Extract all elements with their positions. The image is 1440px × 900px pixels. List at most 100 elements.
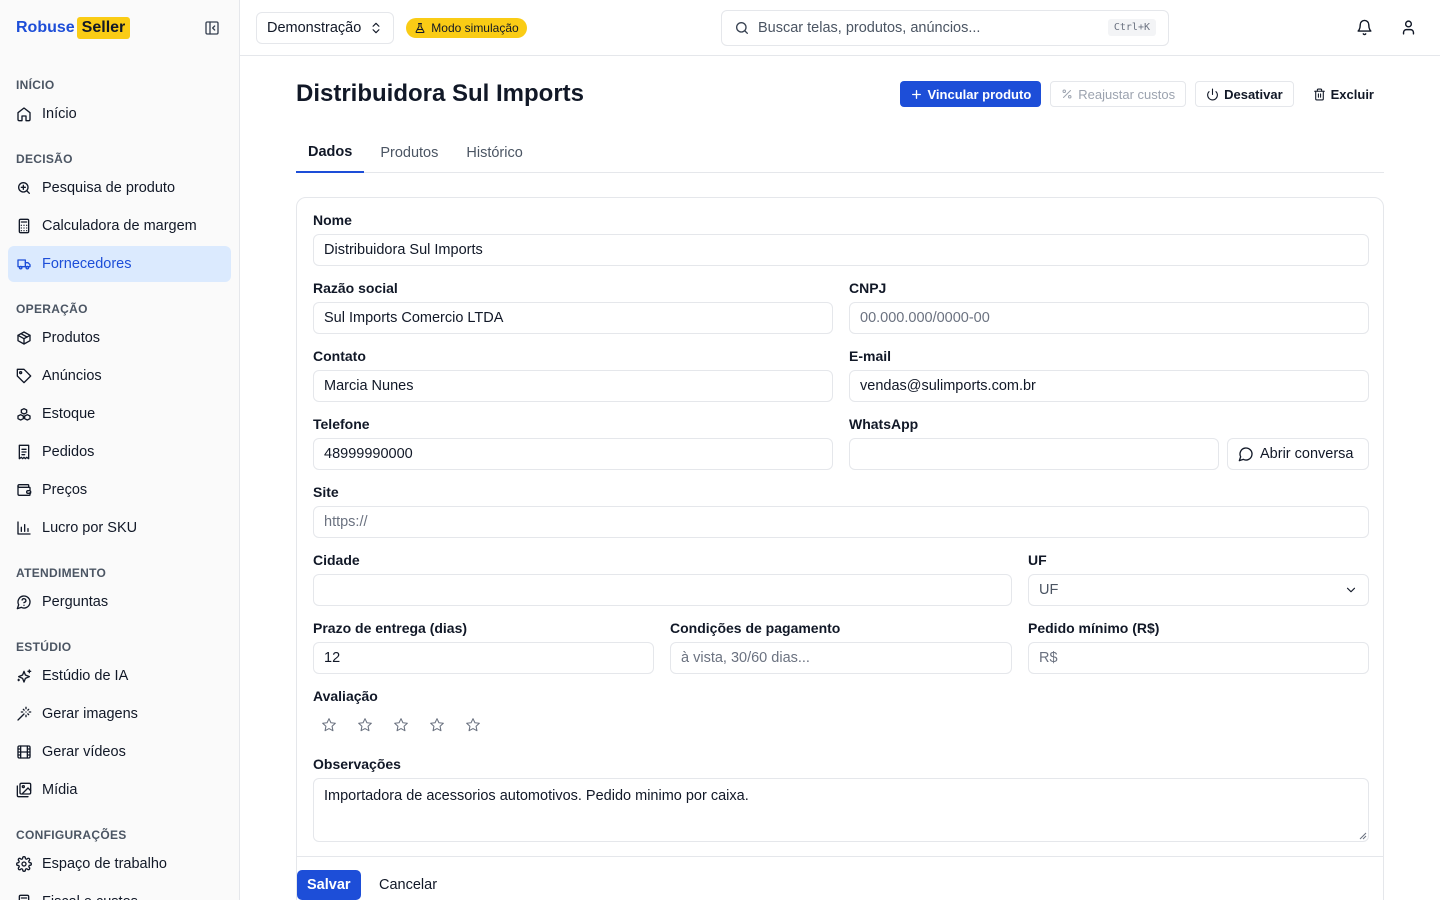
condicoes-input[interactable] (670, 642, 1012, 674)
sidebar-item-label: Fornecedores (42, 256, 132, 272)
truck-icon (16, 256, 32, 272)
global-search[interactable]: Buscar telas, produtos, anúncios... Ctrl… (721, 9, 1169, 46)
telefone-input[interactable] (313, 438, 833, 470)
workspace-name: Demonstração (267, 19, 362, 36)
sidebar-item-label: Espaço de trabalho (42, 856, 167, 872)
uf-label: UF (1028, 552, 1047, 568)
open-chat-label: Abrir conversa (1260, 446, 1354, 462)
tabs: Dados Produtos Histórico (296, 132, 1384, 173)
sidebar-section-inicio: INÍCIO (16, 78, 55, 92)
pedido-minimo-label: Pedido mínimo (R$) (1028, 620, 1160, 636)
sidebar-item-estoque[interactable]: Estoque (8, 396, 231, 432)
sidebar-item-perguntas[interactable]: Perguntas (8, 584, 231, 620)
sidebar-toggle-icon[interactable] (201, 17, 223, 39)
sidebar-item-gerar-videos[interactable]: Gerar vídeos (8, 734, 231, 770)
sidebar-item-label: Gerar vídeos (42, 744, 126, 760)
receipt-icon (16, 444, 32, 460)
sidebar-item-pedidos[interactable]: Pedidos (8, 434, 231, 470)
tab-historico[interactable]: Histórico (454, 132, 534, 173)
user-icon[interactable] (1398, 18, 1418, 38)
save-button[interactable]: Salvar (297, 870, 361, 900)
simulation-mode-badge: Modo simulação (406, 17, 527, 38)
nome-input[interactable] (313, 234, 1369, 266)
deactivate-label: Desativar (1224, 86, 1283, 102)
avaliacao-label: Avaliação (313, 688, 378, 704)
sidebar-section-decisao: DECISÃO (16, 152, 73, 166)
workspace-selector[interactable]: Demonstração (256, 11, 395, 44)
sidebar-item-lucro-por-sku[interactable]: Lucro por SKU (8, 510, 231, 546)
sidebar-item-anuncios[interactable]: Anúncios (8, 358, 231, 394)
adjust-costs-button[interactable]: Reajustar custos (1050, 81, 1187, 107)
sidebar-item-inicio[interactable]: Início (8, 96, 231, 132)
plus-icon (911, 89, 921, 99)
site-input[interactable] (313, 506, 1369, 538)
logo-text-badge: Seller (76, 17, 131, 39)
images-icon (16, 782, 32, 798)
package-icon (16, 330, 32, 346)
pedido-minimo-input[interactable] (1028, 642, 1369, 674)
sidebar-item-produtos[interactable]: Produtos (8, 320, 231, 356)
cidade-label: Cidade (313, 552, 360, 568)
open-chat-button[interactable]: Abrir conversa (1227, 438, 1369, 470)
razao-social-input[interactable] (313, 302, 833, 334)
sidebar-item-label: Calculadora de margem (42, 218, 197, 234)
resize-handle-icon[interactable] (1359, 832, 1367, 840)
sidebar-item-pesquisa-de-produto[interactable]: Pesquisa de produto (8, 170, 231, 206)
sidebar-item-estudio-de-ia[interactable]: Estúdio de IA (8, 658, 231, 694)
whatsapp-label: WhatsApp (849, 416, 919, 432)
search-placeholder: Buscar telas, produtos, anúncios... (758, 19, 981, 36)
sidebar-item-precos[interactable]: Preços (8, 472, 231, 508)
cancel-button[interactable]: Cancelar (379, 870, 437, 900)
search-zoom-icon (16, 180, 32, 196)
bell-icon[interactable] (1354, 18, 1374, 38)
sidebar-item-espaco-de-trabalho[interactable]: Espaço de trabalho (8, 846, 231, 882)
sidebar-item-calculadora-de-margem[interactable]: Calculadora de margem (8, 208, 231, 244)
observacoes-label: Observações (313, 756, 401, 772)
sidebar-item-label: Pedidos (42, 444, 95, 460)
sidebar-item-label: Lucro por SKU (42, 520, 138, 536)
simulation-mode-label: Modo simulação (431, 20, 519, 35)
sidebar-section-atendimento: ATENDIMENTO (16, 566, 107, 580)
page-actions: Vincular produto Reajustar custos Desati… (899, 81, 1385, 107)
sidebar-item-fiscal-e-custos[interactable]: Fiscal e custos (8, 884, 231, 900)
page-title: Distribuidora Sul Imports (296, 80, 585, 107)
logo[interactable]: Robuse Seller (16, 17, 131, 39)
form-footer-divider (297, 856, 1383, 857)
observacoes-textarea[interactable]: Importadora de acessorios automotivos. P… (313, 778, 1369, 842)
sidebar-nav: INÍCIO Início DECISÃO Pesquisa de produto Ca… (0, 72, 239, 900)
link-product-button[interactable]: Vincular produto (899, 81, 1042, 107)
uf-select[interactable]: UF (1028, 574, 1369, 606)
telefone-label: Telefone (313, 416, 370, 432)
percent-icon (1062, 89, 1072, 99)
sidebar-item-label: Pesquisa de produto (42, 180, 176, 196)
magic-wand-icon (16, 706, 32, 722)
delete-button[interactable]: Excluir (1303, 81, 1384, 107)
sidebar-item-label: Anúncios (42, 368, 102, 384)
star-icon[interactable] (465, 717, 481, 733)
sidebar-item-gerar-imagens[interactable]: Gerar imagens (8, 696, 231, 732)
site-label: Site (313, 484, 339, 500)
tab-dados[interactable]: Dados (296, 132, 365, 173)
sidebar-item-label: Preços (42, 482, 88, 498)
supplier-form-card: Nome Razão social CNPJ Contato E-mail Te… (296, 197, 1384, 900)
contato-input[interactable] (313, 370, 833, 402)
star-icon[interactable] (429, 717, 445, 733)
tab-produtos[interactable]: Produtos (368, 132, 450, 173)
deactivate-button[interactable]: Desativar (1195, 81, 1294, 107)
sidebar-item-fornecedores[interactable]: Fornecedores (8, 246, 231, 282)
tag-icon (16, 368, 32, 384)
email-input[interactable] (849, 370, 1369, 402)
cnpj-label: CNPJ (849, 280, 887, 296)
sidebar-section-operacao: OPERAÇÃO (16, 302, 88, 316)
cnpj-input[interactable] (849, 302, 1369, 334)
email-label: E-mail (849, 348, 892, 364)
prazo-input[interactable] (313, 642, 654, 674)
whatsapp-input[interactable] (849, 438, 1219, 470)
gear-icon (16, 856, 32, 872)
star-icon[interactable] (393, 717, 409, 733)
cidade-input[interactable] (313, 574, 1012, 606)
star-icon[interactable] (357, 717, 373, 733)
star-icon[interactable] (321, 717, 337, 733)
sidebar-item-midia[interactable]: Mídia (8, 772, 231, 808)
calculator-icon (16, 218, 32, 234)
